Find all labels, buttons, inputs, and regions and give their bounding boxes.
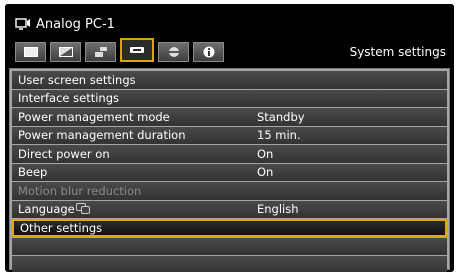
menu-item-label: Motion blur reduction [18, 183, 142, 198]
input-source-name: Analog PC-1 [36, 16, 115, 32]
osd-screen: Analog PC-1 System settings User screen … [5, 4, 454, 272]
menu-empty-row [12, 237, 447, 255]
menu-item-other-settings[interactable]: Other settings [12, 219, 447, 237]
menu-item-value: On [257, 165, 274, 180]
menu-item-direct-power-on[interactable]: Direct power on On [12, 145, 447, 163]
menu-item-label: Interface settings [18, 91, 120, 106]
network-icon [168, 46, 180, 58]
installation-icon [94, 46, 108, 58]
menu-item-power-management-duration[interactable]: Power management duration 15 min. [12, 126, 447, 144]
menu-item-beep[interactable]: Beep On [12, 163, 447, 181]
settings-menu: User screen settings Interface settings … [9, 68, 450, 272]
input-source-icon [15, 17, 31, 31]
menu-item-value: English [257, 202, 299, 217]
menu-item-label-wrap: Language [18, 202, 90, 216]
image-adjust-icon [58, 47, 73, 57]
projector-osd-frame: Analog PC-1 System settings User screen … [0, 0, 460, 275]
osd-header: Analog PC-1 System settings [5, 4, 454, 68]
menu-item-label: Beep [18, 165, 48, 180]
tab-network[interactable] [158, 42, 189, 62]
tab-installation[interactable] [85, 42, 116, 62]
language-icon [75, 203, 90, 215]
tab-title: System settings [349, 45, 446, 59]
menu-item-power-management-mode[interactable]: Power management mode Standby [12, 108, 447, 126]
menu-item-label: Direct power on [18, 146, 110, 161]
tab-picture[interactable] [15, 42, 46, 62]
menu-item-value: 15 min. [257, 128, 301, 143]
menu-item-interface-settings[interactable]: Interface settings [12, 89, 447, 107]
menu-item-value: Standby [257, 109, 305, 124]
menu-item-user-screen-settings[interactable]: User screen settings [12, 71, 447, 89]
picture-icon [23, 47, 38, 57]
menu-item-language[interactable]: Language English [12, 200, 447, 218]
system-settings-icon [129, 45, 145, 55]
input-source: Analog PC-1 [15, 14, 115, 34]
info-icon [203, 46, 215, 58]
menu-item-label: User screen settings [18, 72, 136, 87]
menu-tabs [15, 38, 224, 62]
menu-item-motion-blur-reduction: Motion blur reduction [12, 182, 447, 200]
menu-item-label: Language [18, 202, 75, 217]
menu-item-value: On [257, 146, 274, 161]
tab-system-settings[interactable] [120, 38, 154, 62]
tab-info[interactable] [193, 42, 224, 62]
menu-item-label: Power management duration [18, 128, 186, 143]
menu-item-label: Other settings [20, 220, 103, 235]
menu-item-label: Power management mode [18, 109, 170, 124]
tab-image-adjust[interactable] [50, 42, 81, 62]
menu-empty-row [12, 256, 447, 272]
